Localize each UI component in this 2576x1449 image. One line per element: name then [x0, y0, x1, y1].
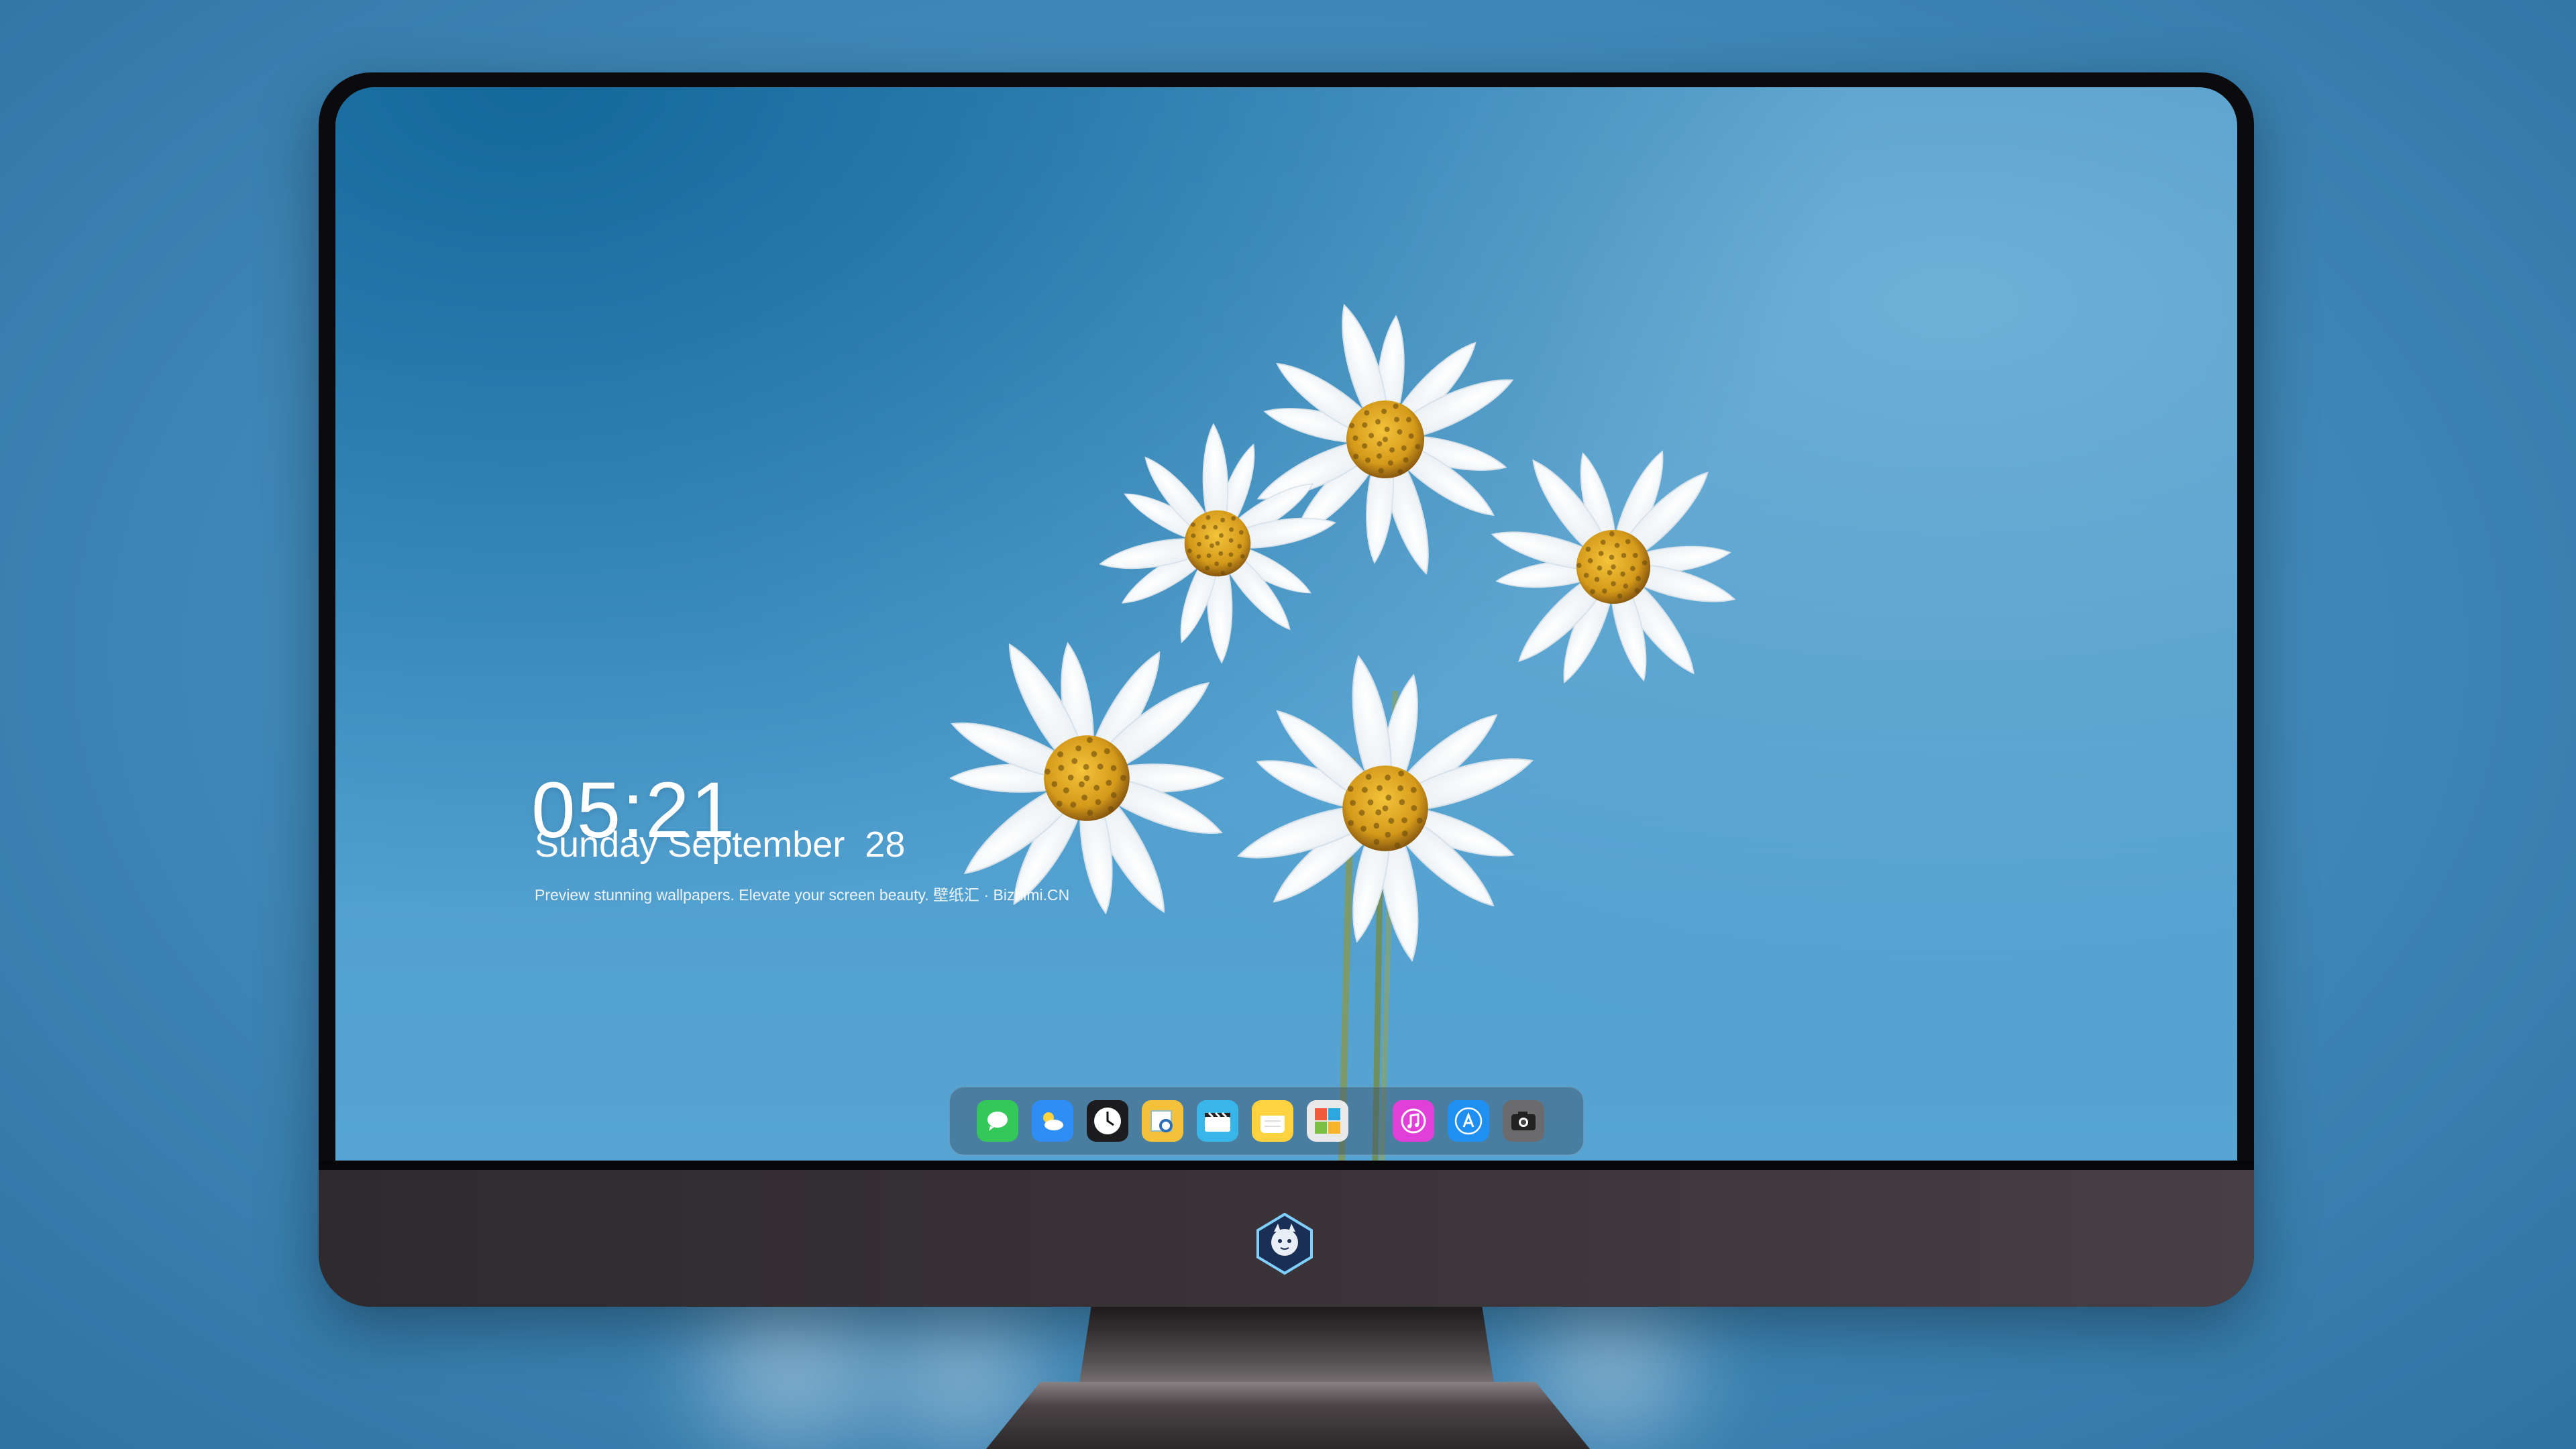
flower-right: [1488, 445, 1739, 688]
screen: 05:21 Sunday September 28 Preview stunni…: [335, 87, 2237, 1161]
background-blur: [704, 1295, 879, 1442]
dock: [949, 1087, 1584, 1155]
monitor-chin: [319, 1161, 2254, 1307]
flower-front-center: [1232, 653, 1538, 964]
clock-date: Sunday September 28: [535, 824, 906, 865]
app-store-icon[interactable]: [1448, 1100, 1489, 1142]
monitor-stand-base: [986, 1382, 1590, 1449]
flower-back-left: [1097, 423, 1338, 664]
messages-icon[interactable]: [977, 1100, 1018, 1142]
brand-logo-icon: [1252, 1212, 1317, 1276]
clips-icon[interactable]: [1197, 1100, 1238, 1142]
camera-icon[interactable]: [1503, 1100, 1544, 1142]
monitor: 05:21 Sunday September 28 Preview stunni…: [319, 72, 2254, 1307]
flower-wallpaper: [945, 300, 1739, 1161]
monitor-stand-neck: [1079, 1307, 1495, 1387]
wallpaper-tagline: Preview stunning wallpapers. Elevate you…: [535, 886, 1070, 904]
clock-icon[interactable]: [1087, 1100, 1128, 1142]
photo-booth-icon[interactable]: [1307, 1100, 1348, 1142]
music-icon[interactable]: [1393, 1100, 1434, 1142]
preview-icon[interactable]: [1142, 1100, 1183, 1142]
notes-icon[interactable]: [1252, 1100, 1293, 1142]
weather-icon[interactable]: [1032, 1100, 1073, 1142]
